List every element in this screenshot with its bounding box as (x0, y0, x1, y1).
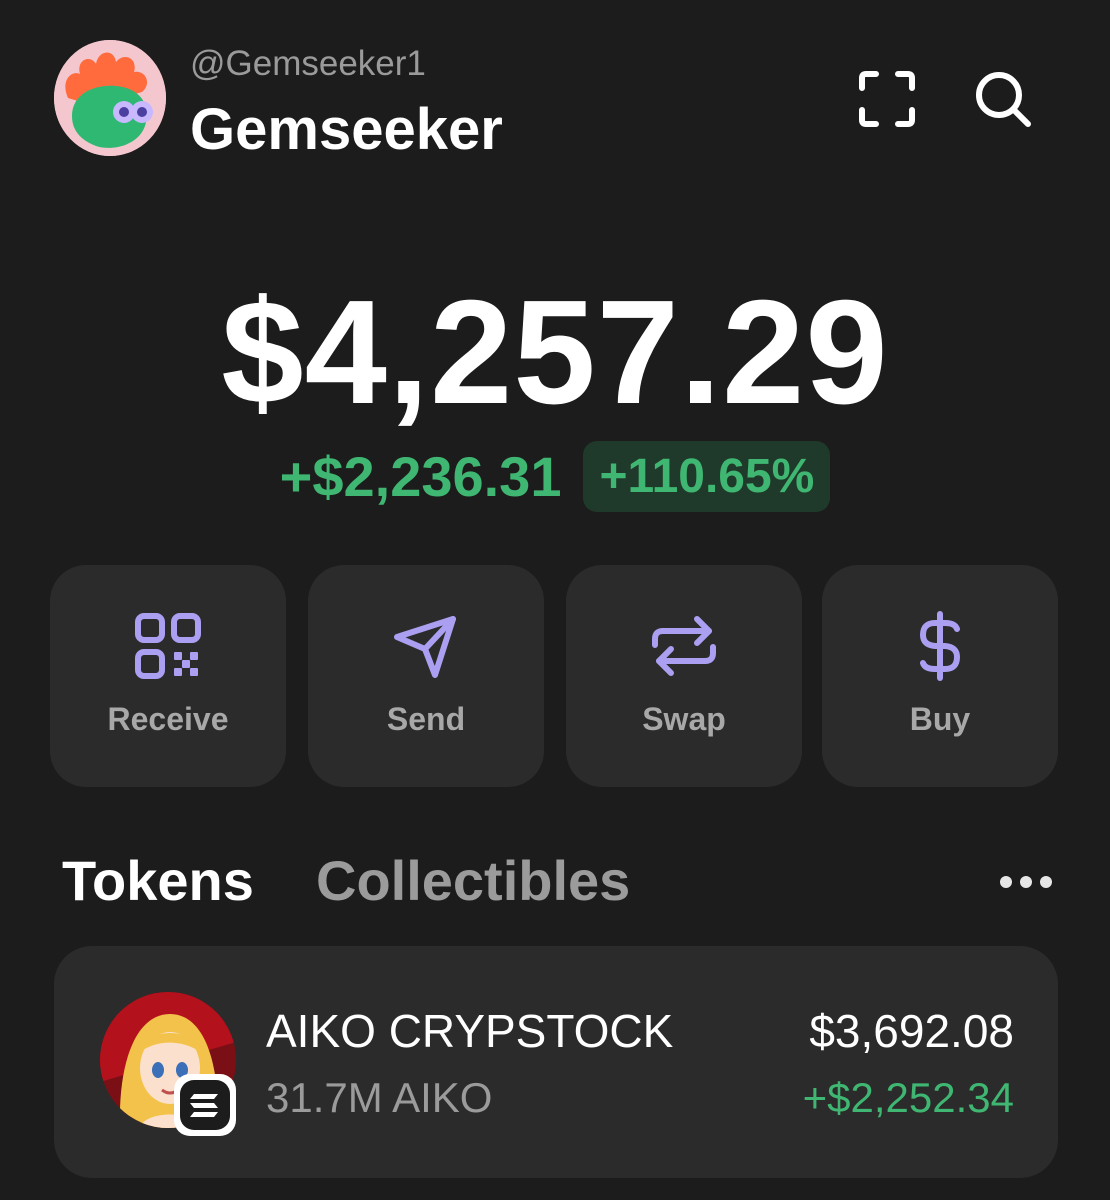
total-balance: $4,257.29 (221, 270, 889, 435)
search-icon[interactable] (970, 66, 1036, 132)
scan-icon[interactable] (854, 66, 920, 132)
profile-avatar[interactable] (54, 40, 166, 156)
buy-button[interactable]: Buy (822, 565, 1058, 787)
receive-button[interactable]: Receive (50, 565, 286, 787)
rooster-avatar-icon (54, 40, 166, 156)
tab-tokens[interactable]: Tokens (62, 848, 254, 913)
token-amount: 31.7M AIKO (266, 1074, 493, 1121)
send-label: Send (386, 701, 466, 737)
change-percent-badge: +110.65% (583, 440, 831, 512)
swap-icon (649, 611, 719, 681)
balance-change: +$2,236.31 +110.65% (0, 440, 1110, 512)
qr-code-icon (133, 611, 203, 681)
solana-icon (174, 1074, 236, 1136)
dollar-icon (905, 611, 975, 681)
action-buttons: Receive Send Swap Buy (50, 565, 1058, 787)
send-button[interactable]: Send (308, 565, 544, 787)
display-name[interactable]: Gemseeker (190, 96, 503, 163)
token-name: AIKO CRYPSTOCK (266, 1005, 674, 1057)
swap-label: Swap (642, 701, 726, 737)
header: @Gemseeker1 Gemseeker (0, 0, 1110, 200)
token-row[interactable]: AIKO CRYPSTOCK 31.7M AIKO $3,692.08 +$2,… (54, 946, 1058, 1178)
buy-label: Buy (909, 701, 971, 737)
token-value: $3,692.08 (809, 1005, 1014, 1057)
send-icon (391, 611, 461, 681)
tab-collectibles[interactable]: Collectibles (316, 848, 630, 913)
change-amount: +$2,236.31 (279, 444, 562, 508)
token-change: +$2,252.34 (802, 1074, 1014, 1121)
swap-button[interactable]: Swap (566, 565, 802, 787)
receive-label: Receive (107, 701, 229, 737)
more-dots-icon[interactable] (996, 864, 1056, 900)
username: @Gemseeker1 (190, 44, 426, 83)
